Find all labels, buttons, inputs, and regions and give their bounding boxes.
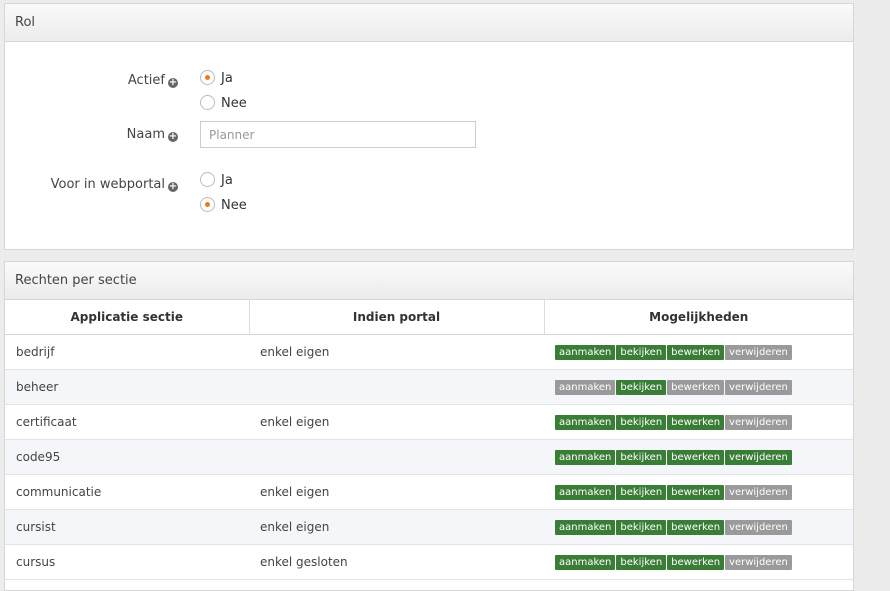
table-header-row: Applicatie sectie Indien portal Mogelijk…: [5, 300, 853, 335]
webportal-label: Voor in webportal +: [51, 177, 178, 192]
cell-section: certificaat: [5, 404, 249, 440]
permission-badge-bewerken[interactable]: bewerken: [667, 450, 725, 465]
permission-badge-aanmaken[interactable]: aanmaken: [555, 415, 616, 430]
role-panel: Rol Actief+ Ja Nee Naam+ Voor in webport…: [4, 3, 854, 250]
webportal-label-text: Voor in webportal: [50, 177, 165, 192]
table-row: beheer aanmaken bekijken bewerken verwijdere…: [5, 369, 853, 405]
permission-badge-bewerken[interactable]: bewerken: [667, 415, 725, 430]
cell-permissions: aanmaken bekijken bewerken verwijderen: [544, 439, 853, 475]
cell-permissions: aanmaken bekijken bewerken verwijderen: [544, 509, 853, 545]
cell-portal: enkel eigen: [249, 509, 544, 545]
cell-portal: enkel eigen: [249, 334, 544, 370]
permission-badge-verwijderen[interactable]: verwijderen: [725, 555, 792, 570]
cell-permissions: aanmaken bekijken bewerken verwijderen: [544, 334, 853, 370]
radio-webportal-ja[interactable]: [200, 172, 215, 187]
table-row: code95 aanmaken bekijken bewerken verwijdere…: [5, 439, 853, 475]
naam-label: Naam +: [127, 127, 178, 142]
permission-badge-bewerken[interactable]: bewerken: [667, 345, 725, 360]
radio-actief-nee[interactable]: [200, 95, 215, 110]
plus-circle-icon[interactable]: +: [168, 78, 178, 88]
webportal-option-ja[interactable]: Ja: [200, 171, 233, 191]
cell-portal: enkel eigen: [249, 474, 544, 510]
permission-badge-bekijken[interactable]: bekijken: [616, 450, 667, 465]
radio-label: Nee: [221, 198, 247, 213]
permission-badge-bekijken[interactable]: bekijken: [616, 485, 667, 500]
permission-badge-verwijderen[interactable]: verwijderen: [725, 520, 792, 535]
permission-badge-bekijken[interactable]: bekijken: [616, 380, 667, 395]
permission-badge-bekijken[interactable]: bekijken: [616, 345, 667, 360]
radio-label: Ja: [221, 71, 233, 86]
permission-badge-bewerken[interactable]: bewerken: [667, 485, 725, 500]
column-header-options: Mogelijkheden: [544, 300, 853, 335]
actief-option-nee[interactable]: Nee: [200, 94, 247, 114]
column-header-section: Applicatie sectie: [5, 300, 250, 335]
permission-badge-aanmaken[interactable]: aanmaken: [555, 485, 616, 500]
permission-badge-aanmaken[interactable]: aanmaken: [555, 520, 616, 535]
permission-badge-aanmaken[interactable]: aanmaken: [555, 380, 616, 395]
plus-circle-icon[interactable]: +: [168, 182, 178, 192]
radio-actief-ja[interactable]: [200, 70, 215, 85]
cell-portal: [249, 439, 544, 475]
permission-badge-verwijderen[interactable]: verwijderen: [725, 485, 792, 500]
cell-permissions: aanmaken bekijken bewerken verwijderen: [544, 404, 853, 440]
table-row: cursus enkel gesloten aanmaken bekijken bewe…: [5, 544, 853, 580]
rights-panel-title: Rechten per sectie: [5, 262, 853, 300]
radio-label: Nee: [221, 96, 247, 111]
actief-option-ja[interactable]: Ja: [200, 69, 233, 89]
cell-permissions: aanmaken bekijken bewerken verwijderen: [544, 544, 853, 580]
rights-panel: Rechten per sectie Applicatie sectie Ind…: [4, 261, 854, 591]
cell-section: code95: [5, 439, 249, 475]
actief-label-text: Actief: [127, 73, 165, 88]
permission-badge-aanmaken[interactable]: aanmaken: [555, 450, 616, 465]
permission-badge-bewerken[interactable]: bewerken: [667, 555, 725, 570]
permission-badge-bekijken[interactable]: bekijken: [616, 555, 667, 570]
webportal-option-nee[interactable]: Nee: [200, 196, 247, 216]
cell-section: beheer: [5, 369, 249, 405]
table-row: cursist enkel eigen aanmaken bekijken bewerk…: [5, 509, 853, 545]
permission-badge-verwijderen[interactable]: verwijderen: [725, 450, 792, 465]
role-panel-title: Rol: [5, 4, 853, 42]
cell-portal: [249, 369, 544, 405]
permission-badge-aanmaken[interactable]: aanmaken: [555, 555, 616, 570]
permission-badge-bekijken[interactable]: bekijken: [616, 520, 667, 535]
cell-section: communicatie: [5, 474, 249, 510]
column-header-portal: Indien portal: [249, 300, 545, 335]
table-row: certificaat enkel eigen aanmaken bekijken be…: [5, 404, 853, 440]
cell-section: bedrijf: [5, 334, 249, 370]
permission-badge-verwijderen[interactable]: verwijderen: [725, 415, 792, 430]
rights-table: Applicatie sectie Indien portal Mogelijk…: [5, 300, 853, 580]
naam-label-text: Naam: [126, 127, 165, 142]
permission-badge-verwijderen[interactable]: verwijderen: [725, 345, 792, 360]
naam-input[interactable]: [200, 121, 476, 148]
cell-permissions: aanmaken bekijken bewerken verwijderen: [544, 369, 853, 405]
table-row: bedrijf enkel eigen aanmaken bekijken bewerk…: [5, 334, 853, 370]
cell-permissions: aanmaken bekijken bewerken verwijderen: [544, 474, 853, 510]
plus-circle-icon[interactable]: +: [168, 132, 178, 142]
permission-badge-verwijderen[interactable]: verwijderen: [725, 380, 792, 395]
actief-label: Actief +: [128, 73, 178, 88]
table-row: communicatie enkel eigen aanmaken bekijken b…: [5, 474, 853, 510]
cell-portal: enkel gesloten: [249, 544, 544, 580]
cell-portal: enkel eigen: [249, 404, 544, 440]
cell-section: cursus: [5, 544, 249, 580]
permission-badge-aanmaken[interactable]: aanmaken: [555, 345, 616, 360]
permission-badge-bewerken[interactable]: bewerken: [667, 380, 725, 395]
cell-section: cursist: [5, 509, 249, 545]
permission-badge-bekijken[interactable]: bekijken: [616, 415, 667, 430]
permission-badge-bewerken[interactable]: bewerken: [667, 520, 725, 535]
radio-webportal-nee[interactable]: [200, 197, 215, 212]
radio-label: Ja: [221, 173, 233, 188]
